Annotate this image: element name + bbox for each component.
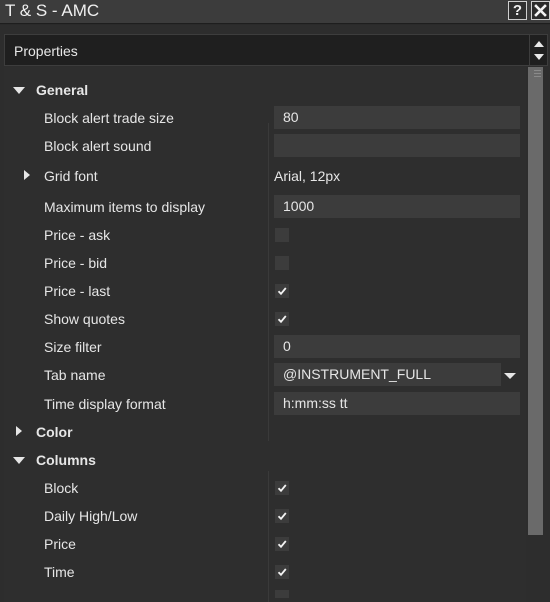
property-label: Block alert trade size (44, 110, 174, 126)
properties-header: Properties (4, 34, 530, 66)
property-label: Block alert sound (44, 138, 152, 154)
property-label: Price - last (44, 283, 111, 299)
category-columns[interactable]: Columns (4, 446, 526, 474)
show-quotes-checkbox[interactable] (275, 312, 289, 326)
property-label: Block (44, 480, 79, 496)
property-partial-row (4, 586, 526, 602)
scroll-down-icon[interactable] (534, 54, 544, 60)
price-ask-checkbox[interactable] (275, 228, 289, 242)
close-button[interactable] (531, 1, 550, 20)
property-time-display-format: Time display format h:mm:ss tt (4, 390, 526, 418)
chevron-down-icon[interactable] (504, 373, 516, 379)
properties-header-label: Properties (14, 43, 78, 59)
title-bar: T & S - AMC ? (0, 0, 550, 24)
column-block-checkbox[interactable] (275, 481, 289, 495)
property-label: Tab name (44, 367, 106, 383)
property-label: Price - bid (44, 255, 108, 271)
property-column-price: Price (4, 530, 526, 558)
grip-line (534, 76, 541, 77)
window-title: T & S - AMC (5, 1, 100, 20)
property-label: Daily High/Low (44, 508, 138, 524)
property-show-quotes: Show quotes (4, 305, 526, 333)
properties-header-scroller[interactable] (530, 34, 548, 66)
property-price-bid: Price - bid (4, 249, 526, 277)
triangle-down-icon[interactable] (13, 457, 25, 464)
property-column-time: Time (4, 558, 526, 586)
property-price-last: Price - last (4, 277, 526, 305)
checkmark-icon (277, 568, 287, 577)
checkmark-icon (277, 287, 287, 296)
property-tab-name: Tab name @INSTRUMENT_FULL (4, 361, 526, 389)
category-general[interactable]: General (4, 76, 526, 104)
checkmark-icon (277, 484, 287, 493)
checkmark-icon (277, 315, 287, 324)
property-label: Time display format (44, 396, 166, 412)
property-block-alert-sound: Block alert sound (4, 132, 526, 160)
scrollbar-thumb[interactable] (528, 67, 543, 535)
category-label: Columns (36, 452, 96, 468)
grid-font-value[interactable]: Arial, 12px (274, 168, 340, 184)
property-label: Size filter (44, 339, 102, 355)
checkmark-icon (277, 540, 287, 549)
property-label: Show quotes (44, 311, 125, 327)
property-size-filter: Size filter 0 (4, 333, 526, 361)
property-maximum-items: Maximum items to display 1000 (4, 193, 526, 221)
property-price-ask: Price - ask (4, 221, 526, 249)
property-label: Time (44, 564, 75, 580)
triangle-down-icon[interactable] (13, 87, 25, 94)
property-block-alert-trade-size: Block alert trade size 80 (4, 104, 526, 132)
help-button[interactable]: ? (508, 1, 527, 20)
vertical-scrollbar[interactable] (526, 67, 548, 602)
property-column-daily-high-low: Daily High/Low (4, 502, 526, 530)
column-daily-high-low-checkbox[interactable] (275, 509, 289, 523)
property-label: Maximum items to display (44, 199, 206, 215)
triangle-right-icon[interactable] (24, 170, 30, 180)
column-time-checkbox[interactable] (275, 565, 289, 579)
size-filter-input[interactable]: 0 (274, 335, 520, 358)
property-label: Price (44, 536, 76, 552)
maximum-items-input[interactable]: 1000 (274, 195, 520, 218)
block-alert-sound-input[interactable] (274, 134, 520, 157)
column-price-checkbox[interactable] (275, 537, 289, 551)
property-column-block: Block (4, 474, 526, 502)
partial-checkbox[interactable] (275, 590, 289, 598)
scroll-up-icon[interactable] (534, 41, 544, 47)
property-grid-font: Grid font Arial, 12px (4, 162, 526, 190)
checkmark-icon (277, 512, 287, 521)
property-label: Price - ask (44, 227, 111, 243)
property-label: Grid font (44, 168, 98, 184)
category-label: General (36, 82, 89, 98)
grip-line (534, 70, 541, 71)
price-last-checkbox[interactable] (275, 284, 289, 298)
properties-window: Properties General Block alert trade siz… (0, 25, 550, 602)
question-mark-icon: ? (512, 2, 523, 19)
block-alert-trade-size-input[interactable]: 80 (274, 106, 520, 129)
tab-name-combobox[interactable]: @INSTRUMENT_FULL (274, 363, 501, 386)
triangle-right-icon[interactable] (16, 426, 22, 436)
close-x-icon (534, 4, 547, 17)
category-color[interactable]: Color (4, 418, 526, 446)
time-display-format-input[interactable]: h:mm:ss tt (274, 392, 520, 415)
price-bid-checkbox[interactable] (275, 256, 289, 270)
property-grid: General Block alert trade size 80 Block … (4, 67, 526, 602)
grip-line (534, 73, 541, 74)
category-label: Color (36, 424, 73, 440)
